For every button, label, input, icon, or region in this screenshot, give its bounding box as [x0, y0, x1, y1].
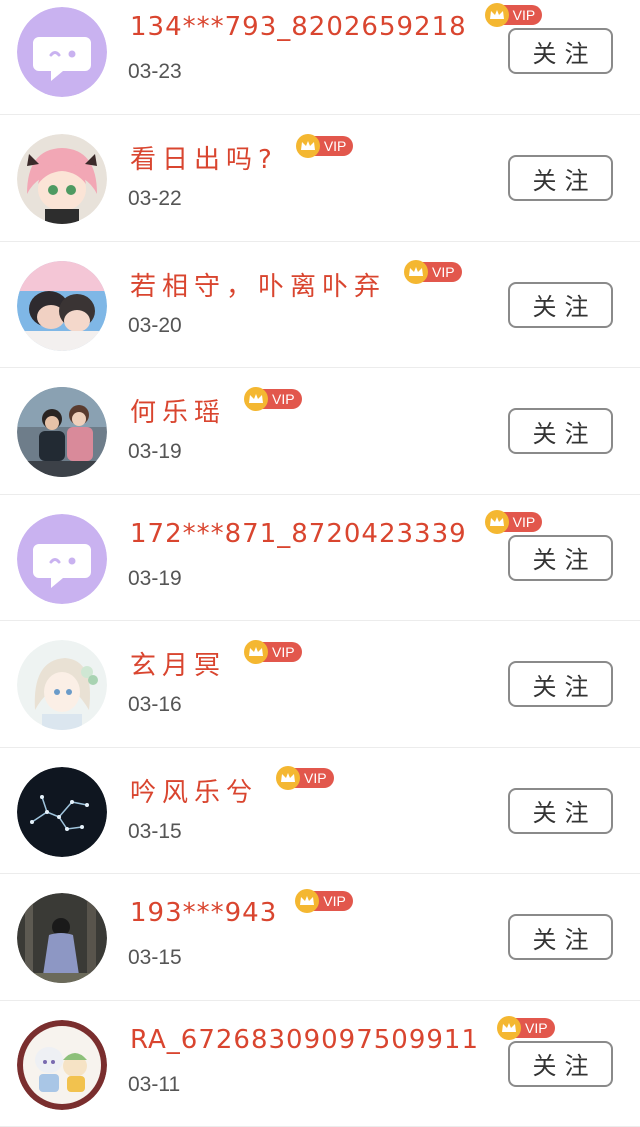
list-item[interactable]: 193***943 VIP 03-15 关注	[0, 874, 640, 1001]
crown-icon	[484, 3, 509, 27]
follow-date: 03-16	[128, 693, 182, 716]
list-item[interactable]: 若相守，卟离卟弃 VIP 03-20 关注	[0, 242, 640, 368]
follower-list: 134***793_8202659218 VIP 03-23 关注 看日出吗?	[0, 0, 640, 1127]
vip-badge: VIP	[295, 889, 353, 913]
avatar-girl-in-forest[interactable]	[17, 893, 107, 983]
user-name[interactable]: 若相守，卟离卟弃 VIP	[130, 260, 462, 303]
follow-button[interactable]: 关注	[508, 914, 613, 960]
follow-date: 03-20	[128, 313, 182, 337]
follow-button[interactable]: 关注	[508, 787, 613, 834]
vip-badge: VIP	[244, 386, 302, 411]
vip-badge: VIP	[484, 3, 543, 27]
follow-date: 03-19	[128, 440, 182, 463]
avatar-anime-girl[interactable]	[17, 134, 107, 224]
follow-button[interactable]: 关注	[508, 28, 613, 74]
crown-icon	[244, 386, 269, 411]
avatar-anime-girl-flowers[interactable]	[17, 640, 107, 730]
crown-icon	[276, 766, 301, 790]
user-name[interactable]: RA_67268309097509911 VIP	[130, 1015, 555, 1055]
follow-button[interactable]: 关注	[508, 281, 613, 328]
vip-badge: VIP	[497, 1015, 555, 1040]
vip-badge: VIP	[295, 133, 354, 158]
avatar-friends-photo[interactable]	[17, 387, 107, 477]
follow-button[interactable]: 关注	[508, 661, 613, 707]
follow-button[interactable]: 关注	[508, 408, 613, 454]
user-name[interactable]: 玄月冥 VIP	[130, 639, 302, 682]
vip-badge: VIP	[484, 509, 543, 534]
user-name[interactable]: 看日出吗? VIP	[130, 133, 354, 176]
crown-icon	[497, 1015, 522, 1040]
follow-date: 03-22	[128, 187, 182, 210]
crown-icon	[484, 509, 509, 534]
avatar-default[interactable]	[17, 7, 107, 97]
follow-button[interactable]: 关注	[508, 155, 613, 201]
user-name[interactable]: 吟风乐兮 VIP	[130, 766, 334, 809]
avatar-couple-photo[interactable]	[17, 260, 107, 351]
crown-icon	[244, 639, 269, 664]
avatar-default[interactable]	[17, 513, 107, 604]
list-item[interactable]: 134***793_8202659218 VIP 03-23 关注	[0, 0, 640, 115]
list-item[interactable]: RA_67268309097509911 VIP 03-11 关注	[0, 1001, 640, 1127]
user-name[interactable]: 193***943 VIP	[130, 889, 353, 928]
vip-badge: VIP	[244, 639, 302, 664]
follow-button[interactable]: 关注	[508, 1040, 613, 1087]
list-item[interactable]: 看日出吗? VIP 03-22 关注	[0, 115, 640, 242]
list-item[interactable]: 何乐瑶 VIP 03-19 关注	[0, 368, 640, 495]
crown-icon	[404, 260, 429, 284]
follow-date: 03-19	[128, 566, 182, 590]
user-name[interactable]: 172***871_8720423339 VIP	[130, 509, 543, 549]
follow-date: 03-15	[128, 946, 182, 969]
follow-date: 03-15	[128, 819, 182, 843]
user-name[interactable]: 何乐瑶 VIP	[130, 386, 302, 429]
vip-badge: VIP	[276, 766, 334, 790]
list-item[interactable]: 玄月冥 VIP 03-16 关注	[0, 621, 640, 748]
avatar-anime-chibi[interactable]	[17, 1019, 107, 1110]
crown-icon	[295, 133, 320, 158]
user-name[interactable]: 134***793_8202659218 VIP	[130, 3, 543, 42]
list-item[interactable]: 吟风乐兮 VIP 03-15 关注	[0, 748, 640, 874]
follow-button[interactable]: 关注	[508, 534, 613, 581]
list-item[interactable]: 172***871_8720423339 VIP 03-19 关注	[0, 495, 640, 621]
vip-badge: VIP	[404, 260, 462, 284]
follow-date: 03-23	[128, 60, 182, 83]
follow-date: 03-11	[128, 1072, 181, 1096]
avatar-constellation[interactable]	[17, 766, 107, 857]
